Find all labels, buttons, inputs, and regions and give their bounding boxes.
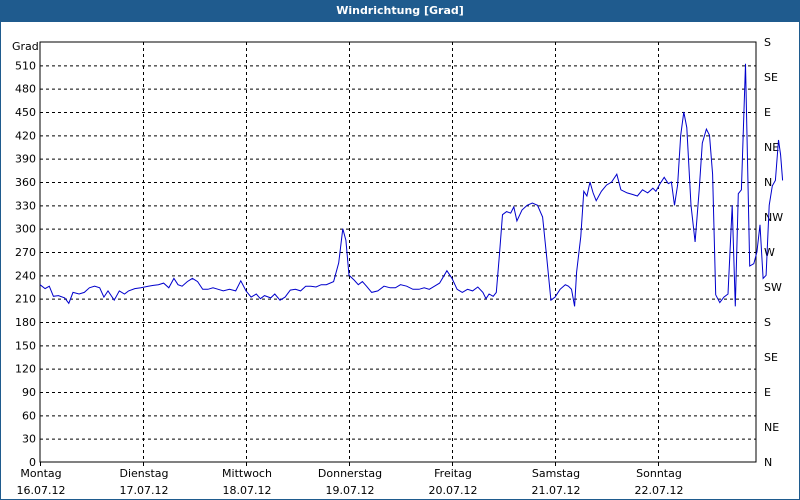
compass-tick-label: S [764,316,771,329]
x-tick-date: 21.07.12 [532,484,581,497]
y-tick-label: 270 [15,246,36,259]
x-tick-labels: Montag 16.07.12 Dienstag 17.07.12 Mittwoch 18… [17,467,684,497]
y-tick-label: 390 [15,153,36,166]
x-tick-day: Donnerstag [318,467,382,480]
y-tick-label: 180 [15,316,36,329]
compass-tick-label: NW [764,211,783,224]
wind-direction-line [39,63,784,307]
wind-direction-chart: Grad 03060901201501802102402703003303603… [12,36,784,497]
x-tick-day: Mittwoch [222,467,272,480]
compass-tick-label: SE [764,71,778,84]
y-tick-labels: 0306090120150180210240270300330360390420… [15,59,36,469]
y-tick-label: 330 [15,199,36,212]
y-tick-label: 150 [15,339,36,352]
y-tick-label: 480 [15,83,36,96]
x-tick-date: 20.07.12 [429,484,478,497]
compass-tick-label: N [764,176,772,189]
x-tick-day: Sonntag [636,467,682,480]
x-tick-date: 19.07.12 [326,484,375,497]
x-tick-date: 22.07.12 [635,484,684,497]
x-tick-date: 18.07.12 [223,484,272,497]
compass-tick-label: NE [764,141,779,154]
y-tick-label: 120 [15,363,36,376]
compass-tick-label: NE [764,421,779,434]
x-tick-date: 16.07.12 [17,484,66,497]
y-tick-label: 300 [15,223,36,236]
compass-tick-label: E [764,106,771,119]
x-tick-day: Freitag [434,467,472,480]
y-tick-label: 60 [22,409,36,422]
y-axis-label: Grad [12,40,39,53]
x-tick-day: Dienstag [119,467,168,480]
y-tick-label: 450 [15,106,36,119]
y-tick-label: 360 [15,176,36,189]
compass-tick-label: W [764,246,775,259]
x-tick-day: Montag [20,467,61,480]
compass-tick-label: SW [764,281,782,294]
y-tick-label: 30 [22,433,36,446]
y-tick-label: 420 [15,129,36,142]
compass-tick-label: E [764,386,771,399]
compass-tick-label: S [764,36,771,49]
y-tick-label: 210 [15,293,36,306]
y-tick-label: 240 [15,269,36,282]
compass-tick-label: N [764,456,772,469]
x-tick-date: 17.07.12 [120,484,169,497]
x-tick-day: Samstag [532,467,580,480]
y-tick-label: 90 [22,386,36,399]
grid-lines [40,42,756,466]
compass-tick-label: SE [764,351,778,364]
y-tick-label: 510 [15,59,36,72]
